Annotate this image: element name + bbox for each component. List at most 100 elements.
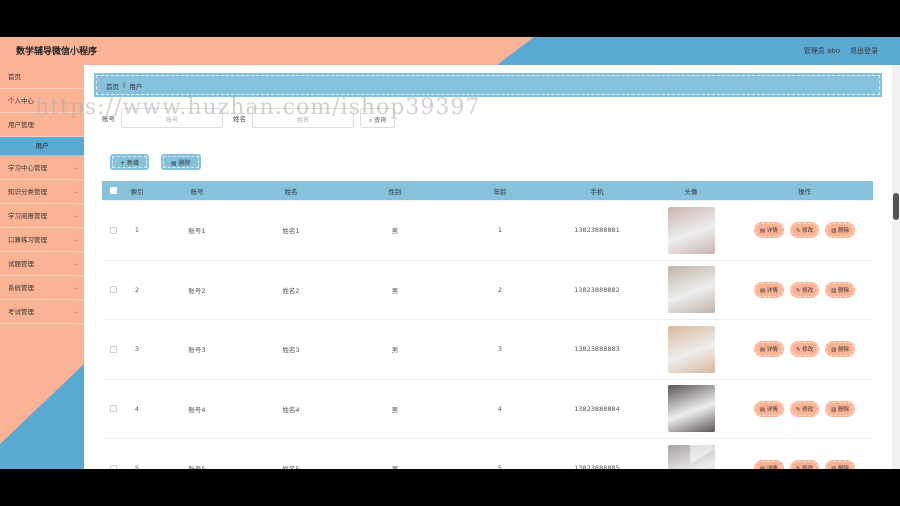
- delete-button[interactable]: ▥ 删除: [825, 460, 856, 469]
- page-scrollbar[interactable]: [892, 65, 900, 469]
- select-all-checkbox[interactable]: [109, 187, 117, 194]
- cell-name: 姓名1: [282, 227, 300, 236]
- cell-sex: 男: [391, 405, 399, 414]
- detail-button[interactable]: ▤ 详情: [753, 222, 784, 239]
- cell-name: 姓名3: [282, 346, 300, 355]
- edit-button[interactable]: ✎ 修改: [789, 400, 820, 417]
- sidebar: 首页 个人中心 用户管理 用户 学习中心管理 ⌄ 知识分类管理 ⌄ 学习阅报管理 ⌄ 口算练习管理 ⌄…: [0, 65, 84, 469]
- batch-delete-button[interactable]: ▤ 删除: [160, 154, 201, 170]
- cell-operations: ▤ 详情 ✎ 修改 ▥ 删除: [736, 281, 873, 298]
- row-select-cell: [102, 286, 124, 294]
- edit-button[interactable]: ✎ 修改: [789, 222, 820, 239]
- add-button-label: 新增: [126, 160, 139, 167]
- sidebar-item-label: 学习中心管理: [8, 164, 47, 172]
- sidebar-item-6[interactable]: 学习阅报管理 ⌄: [0, 204, 84, 228]
- cell-sex: 男: [391, 346, 399, 355]
- avatar: [667, 266, 715, 314]
- sidebar-decoration: [0, 364, 84, 469]
- cell-name: 姓名5: [244, 463, 338, 469]
- breadcrumb: 首页 | 用户: [94, 73, 882, 97]
- delete-button[interactable]: ▥ 删除: [825, 341, 856, 358]
- table-row: 4 账号4 姓名4 男 4 13823888884 ▤ 详情 ✎ 修改 ▥ 删除: [102, 380, 873, 439]
- sidebar-item-0[interactable]: 首页: [0, 65, 84, 89]
- table-row: 1 账号1 姓名1 男 1 13823888881 ▤ 详情 ✎ 修改 ▥ 删除: [102, 201, 873, 261]
- cell-index: 1: [134, 226, 140, 235]
- document-icon: ▤: [760, 466, 767, 469]
- row-checkbox[interactable]: [109, 405, 117, 413]
- delete-button[interactable]: ▥ 删除: [825, 222, 856, 239]
- table-row: 2 账号2 姓名2 男 2 13823888882 ▤ 详情 ✎ 修改 ▥ 删除: [102, 261, 873, 320]
- detail-button[interactable]: ▤ 详情: [753, 341, 784, 358]
- row-select-cell: [102, 345, 124, 353]
- header-phone: 手机: [590, 187, 604, 196]
- scrollbar-thumb[interactable]: [893, 193, 899, 220]
- cell-index: 4: [134, 404, 140, 413]
- edit-button[interactable]: ✎ 修改: [789, 341, 820, 358]
- delete-button-label: 删除: [838, 287, 850, 294]
- sidebar-item-label: 首页: [8, 73, 21, 81]
- detail-button[interactable]: ▤ 详情: [753, 281, 784, 298]
- cell-operations: ▤ 详情 ✎ 修改 ▥ 删除: [736, 222, 873, 239]
- app-title: 数学辅导微信小程序: [16, 47, 98, 57]
- chevron-down-icon: ⌄: [72, 212, 78, 219]
- header-sex: 性别: [388, 187, 402, 196]
- delete-button[interactable]: ▥ 删除: [825, 281, 856, 298]
- avatar: [667, 206, 715, 254]
- detail-button-label: 详情: [766, 287, 778, 294]
- sidebar-item-10[interactable]: 考试管理 ⌄: [0, 300, 84, 324]
- edit-button-label: 修改: [802, 347, 814, 354]
- cell-index: 5: [134, 464, 140, 469]
- cell-name: 姓名2: [282, 286, 300, 295]
- edit-button[interactable]: ✎ 修改: [789, 460, 820, 469]
- cell-account: 账号3: [188, 346, 206, 355]
- add-button[interactable]: + 新增: [110, 154, 149, 170]
- plus-icon: +: [120, 160, 126, 167]
- detail-button-label: 详情: [766, 347, 778, 354]
- detail-button[interactable]: ▤ 详情: [753, 460, 784, 469]
- breadcrumb-home[interactable]: 首页: [106, 81, 119, 91]
- row-checkbox[interactable]: [109, 464, 117, 469]
- sidebar-item-label: 试题管理: [8, 260, 34, 268]
- cell-avatar: [646, 206, 736, 254]
- avatar: [667, 325, 715, 373]
- sidebar-item-4[interactable]: 学习中心管理 ⌄: [0, 156, 84, 180]
- cell-sex: 男: [391, 286, 399, 295]
- sidebar-item-label: 系统管理: [8, 284, 34, 292]
- sidebar-item-5[interactable]: 知识分类管理 ⌄: [0, 180, 84, 204]
- document-icon: ▤: [759, 228, 767, 235]
- header-name: 姓名: [284, 187, 298, 196]
- chevron-down-icon: ⌄: [72, 188, 78, 195]
- edit-button-label: 修改: [802, 287, 814, 294]
- cell-name: 姓名4: [282, 405, 300, 414]
- sidebar-item-8[interactable]: 试题管理 ⌄: [0, 252, 84, 276]
- user-table: 索引 账号 姓名 性别 年龄 手机 头像 操作 1 账号1 姓名1 男 1 1382388…: [102, 181, 873, 469]
- cell-avatar: [646, 325, 736, 373]
- app-window: 数学辅导微信小程序 管理员 abo 退出登录 首页 个人中心 用户管理 用户 学习中心管…: [0, 37, 900, 469]
- sidebar-item-7[interactable]: 口算练习管理 ⌄: [0, 228, 84, 252]
- row-checkbox[interactable]: [109, 345, 117, 353]
- table-header: 索引 账号 姓名 性别 年龄 手机 头像 操作: [102, 181, 873, 201]
- header-operations: 操作: [798, 187, 811, 196]
- header-age: 年龄: [493, 187, 507, 196]
- document-icon: ▤: [759, 406, 767, 413]
- batch-delete-label: 删除: [178, 160, 191, 167]
- detail-button[interactable]: ▤ 详情: [753, 400, 784, 417]
- row-checkbox[interactable]: [109, 286, 117, 294]
- admin-role-label: 管理员 abo: [803, 47, 840, 55]
- cell-avatar: [646, 385, 736, 433]
- detail-button-label: 详情: [766, 228, 778, 235]
- row-checkbox[interactable]: [109, 226, 117, 234]
- cell-phone: 13823888881: [574, 226, 620, 235]
- select-all-cell: [102, 187, 124, 194]
- sidebar-item-9[interactable]: 系统管理 ⌄: [0, 276, 84, 300]
- cell-operations: ▤ 详情 ✎ 修改 ▥ 删除: [736, 400, 873, 417]
- chevron-down-icon: ⌄: [72, 236, 78, 243]
- sidebar-item-3[interactable]: 用户: [0, 137, 84, 156]
- logout-link[interactable]: 退出登录: [850, 46, 878, 56]
- delete-button-label: 删除: [838, 228, 850, 235]
- delete-button[interactable]: ▥ 删除: [825, 400, 856, 417]
- cell-index: 2: [134, 285, 140, 294]
- edit-button[interactable]: ✎ 修改: [789, 281, 820, 298]
- watermark-text: https://www.huzhan.com/ishop39397: [35, 95, 481, 120]
- cell-index: 3: [134, 345, 140, 354]
